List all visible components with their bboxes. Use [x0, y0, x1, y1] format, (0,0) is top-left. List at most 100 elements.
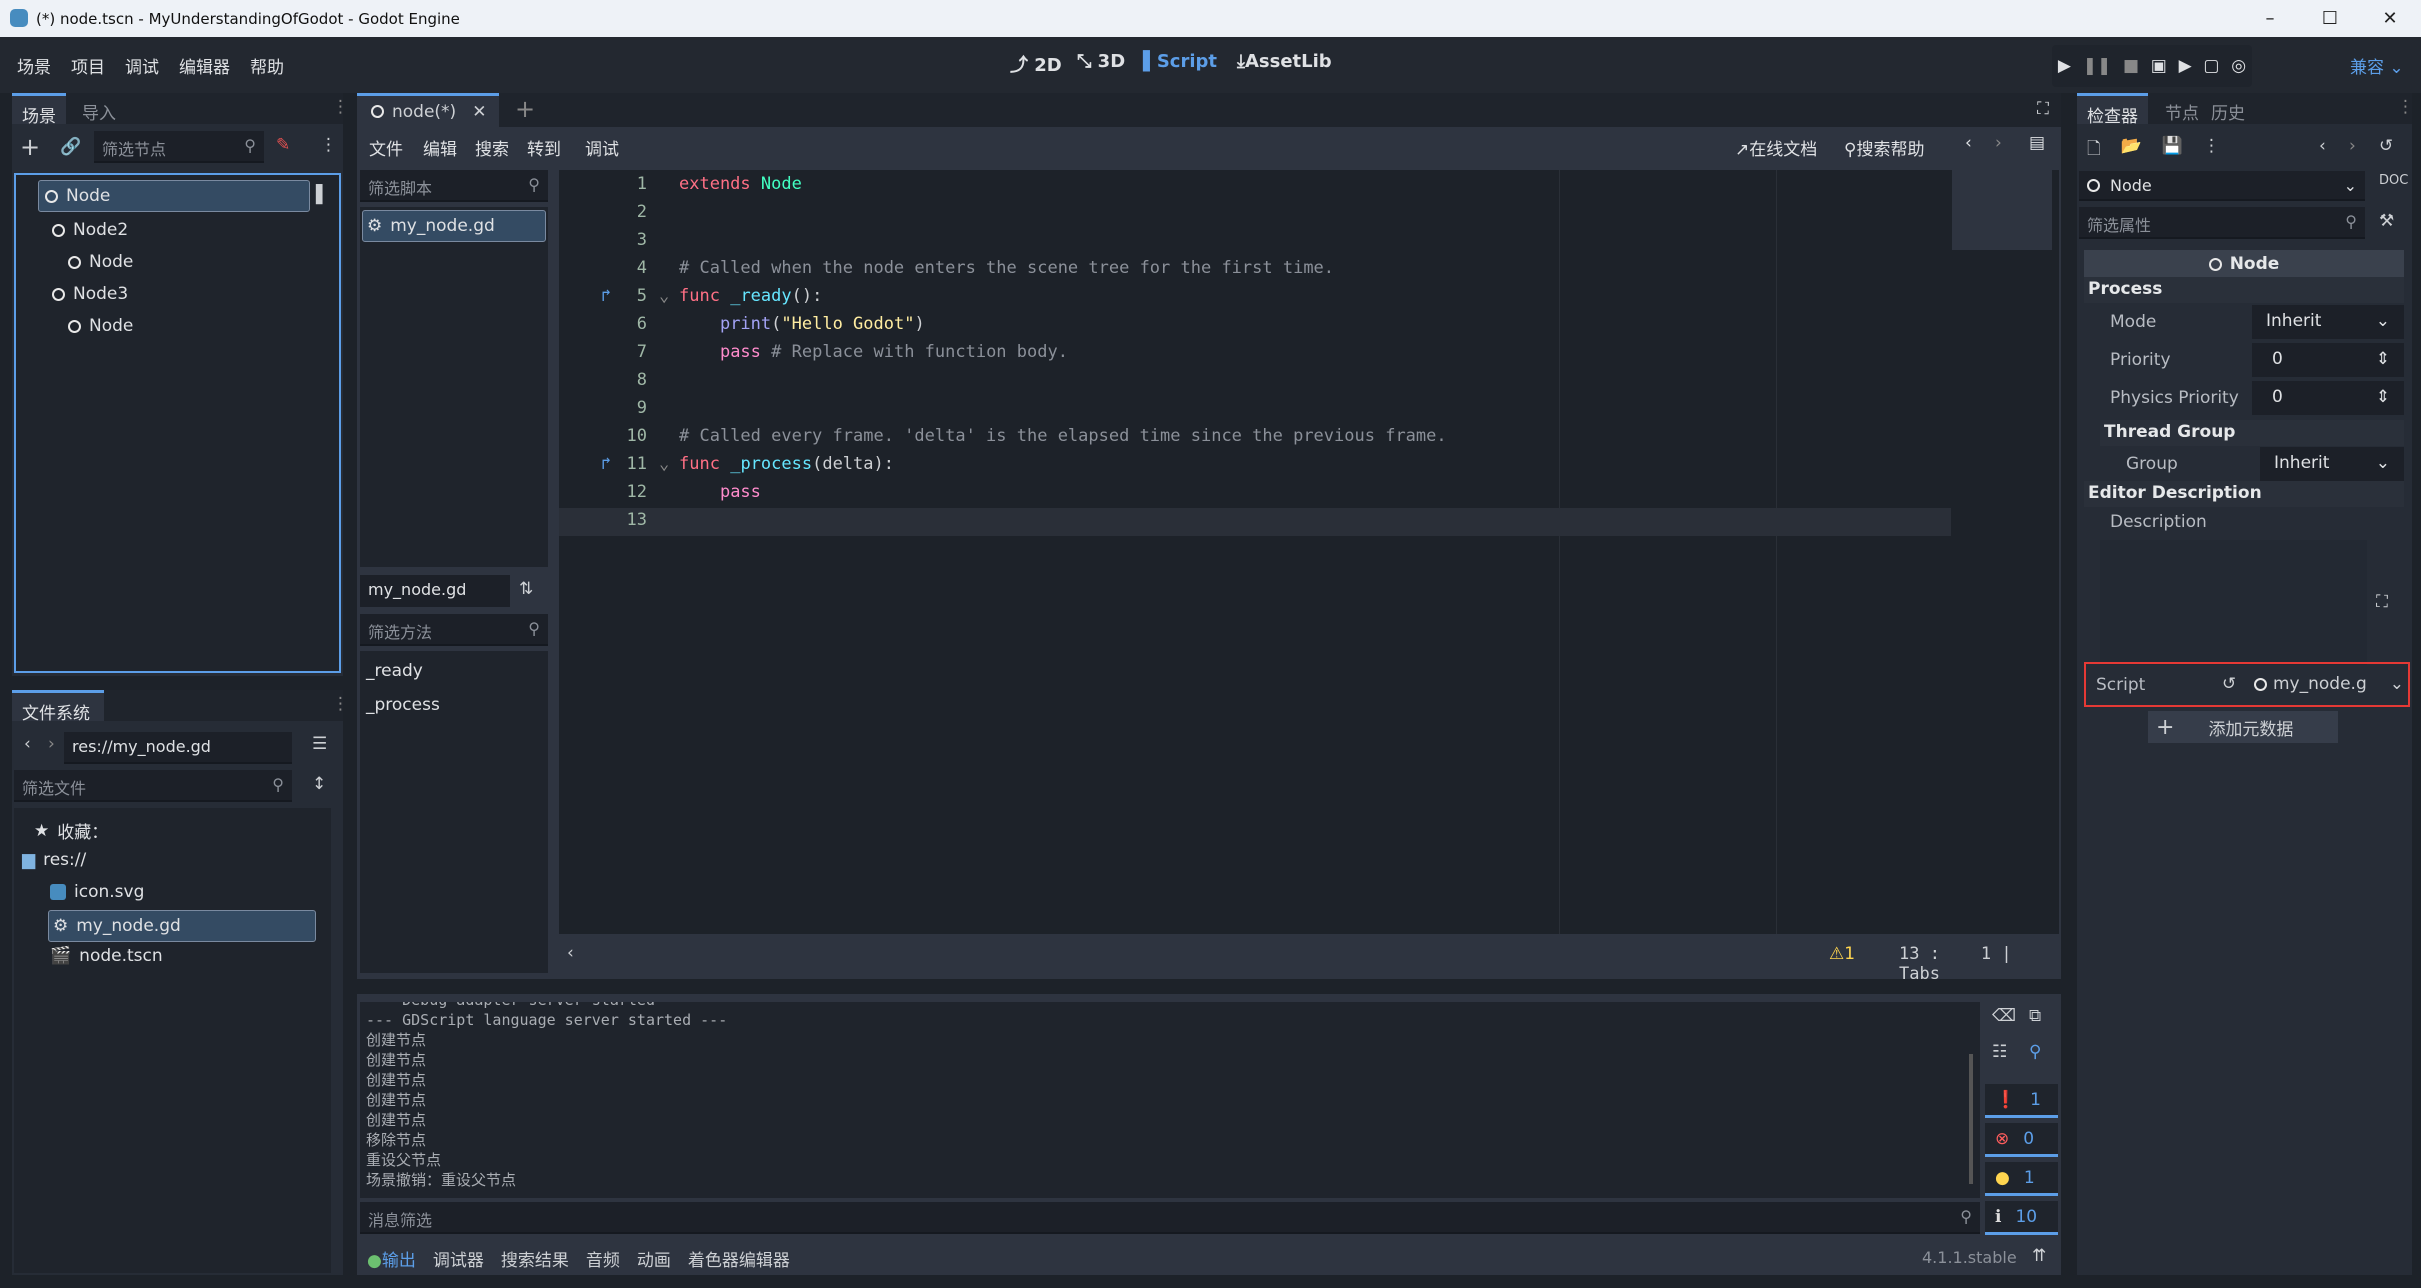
forward-icon[interactable]: › [48, 734, 55, 754]
fold-icon[interactable]: ⌄ [659, 286, 669, 306]
dock-menu-icon[interactable]: ⋮ [332, 97, 349, 117]
play-icon[interactable]: ▶ [2058, 56, 2071, 76]
dock-menu-icon[interactable]: ⋮ [2397, 97, 2414, 117]
close-button[interactable]: ✕ [2360, 0, 2420, 37]
more-options-icon[interactable]: ⋮ [320, 135, 337, 155]
play-scene-icon[interactable]: ▶ [2179, 56, 2192, 76]
object-selector[interactable]: Node ⌄ [2079, 171, 2365, 201]
online-docs-button[interactable]: ↗在线文档 [1735, 135, 1817, 160]
spin-arrows-icon[interactable]: ⇕ [2376, 349, 2390, 369]
pause-icon[interactable]: ❚❚ [2083, 56, 2112, 76]
filter-files-input[interactable]: 筛选文件 ⚲ [14, 770, 292, 802]
file-item[interactable]: icon.svg [50, 882, 144, 902]
property-tools-icon[interactable]: ⚒ [2379, 211, 2394, 231]
tab-animation[interactable]: 动画 [637, 1246, 671, 1271]
tab-node-scene[interactable]: node(*) ✕ [357, 93, 499, 127]
next-script-icon[interactable]: › [1995, 133, 2002, 153]
workspace-script[interactable]: ▌Script [1143, 51, 1217, 72]
file-item-selected[interactable]: ⚙ my_node.gd [48, 910, 316, 942]
tree-node-root[interactable]: Node [38, 180, 310, 212]
tab-history[interactable]: 历史 [2201, 93, 2255, 124]
toggle-split-icon[interactable]: ☰ [312, 734, 327, 754]
file-item[interactable]: 🎬 node.tscn [50, 946, 163, 966]
expand-panel-icon[interactable]: ⇈ [2032, 1246, 2046, 1266]
close-tab-icon[interactable]: ✕ [472, 102, 486, 122]
section-editor-description[interactable]: Editor Description [2084, 481, 2404, 507]
save-resource-icon[interactable]: 💾 [2162, 136, 2183, 165]
mode-select[interactable]: Inherit ⌄ [2252, 305, 2404, 339]
menu-goto[interactable]: 转到 [527, 135, 561, 160]
override-method-icon[interactable]: ↱ [601, 286, 611, 306]
workspace-3d[interactable]: ⤡ 3D [1077, 51, 1125, 72]
path-input[interactable]: res://my_node.gd [64, 732, 292, 764]
filter-errors-toggle[interactable]: ⊗ 0 [1985, 1123, 2058, 1157]
indent-mode[interactable]: Tabs [1899, 964, 1940, 984]
filter-nodes-input[interactable]: 筛选节点 ⚲ [94, 131, 264, 163]
priority-spinbox[interactable]: 0 ⇕ [2252, 343, 2404, 377]
filter-info-toggle[interactable]: ℹ 10 [1985, 1201, 2058, 1235]
code-editor[interactable]: 1 extends Node 2 3 4 # Called when the node e… [559, 170, 2059, 934]
method-item[interactable]: _process [366, 695, 440, 715]
search-help-button[interactable]: ⚲搜索帮助 [1844, 135, 1924, 160]
script-list-item[interactable]: ⚙ my_node.gd [362, 210, 546, 242]
menu-debug[interactable]: 调试 [125, 53, 159, 78]
filter-methods-input[interactable]: 筛选方法 ⚲ [360, 614, 548, 646]
open-docs-icon[interactable]: DOC [2379, 173, 2408, 188]
script-attached-icon[interactable]: ▌ [316, 185, 329, 205]
tab-audio[interactable]: 音频 [586, 1246, 620, 1271]
add-tab-icon[interactable]: + [515, 95, 535, 123]
minimize-button[interactable]: – [2240, 0, 2300, 37]
stop-icon[interactable]: ■ [2123, 56, 2139, 76]
menu-editor[interactable]: 编辑器 [179, 53, 230, 78]
tab-debugger[interactable]: 调试器 [433, 1246, 484, 1271]
copy-output-icon[interactable]: ⧉ [2029, 1006, 2041, 1026]
override-method-icon[interactable]: ↱ [601, 454, 611, 474]
tab-search-results[interactable]: 搜索结果 [501, 1246, 569, 1271]
expand-icon[interactable]: ⛶ [2376, 592, 2388, 612]
tab-output[interactable]: ●输出 [367, 1246, 416, 1271]
menu-edit[interactable]: 编辑 [423, 135, 457, 160]
renderer-select[interactable]: 兼容 ⌄ [2350, 53, 2404, 78]
description-textarea[interactable] [2100, 540, 2367, 665]
workspace-2d[interactable]: ⤴ 2D [1010, 51, 1062, 77]
message-filter-input[interactable]: 消息筛选 ⚲ [360, 1202, 1980, 1234]
fullscreen-icon[interactable]: ⛶ [2037, 99, 2049, 119]
filter-scripts-input[interactable]: 筛选脚本 ⚲ [360, 170, 548, 202]
favorites-item[interactable]: ★ 收藏： [34, 818, 108, 844]
tab-import[interactable]: 导入 [72, 93, 126, 124]
version-label[interactable]: 4.1.1.stable [1922, 1248, 2017, 1267]
script-resource-picker[interactable]: my_node.g ⌄ [2254, 674, 2404, 694]
tab-inspector[interactable]: 检查器 [2077, 93, 2148, 127]
open-resource-icon[interactable]: 📂 [2121, 136, 2142, 165]
movie-maker-icon[interactable]: ◎ [2231, 56, 2246, 76]
workspace-assetlib[interactable]: ⤓AssetLib [1237, 51, 1332, 72]
warnings-indicator[interactable]: ⚠1 [1829, 944, 1855, 964]
history-back-icon[interactable]: ‹ [2319, 136, 2326, 156]
tab-scene[interactable]: 场景 [12, 93, 66, 127]
new-resource-icon[interactable]: 🗋 [2087, 136, 2101, 165]
class-header[interactable]: Node [2084, 250, 2404, 278]
section-thread-group[interactable]: Thread Group [2100, 420, 2404, 446]
filter-messages-toggle[interactable]: ❗ 1 [1985, 1084, 2058, 1118]
folder-res[interactable]: ▆ res:// [22, 850, 86, 870]
group-select[interactable]: Inherit ⌄ [2260, 447, 2404, 481]
menu-debug-script[interactable]: 调试 [585, 135, 619, 160]
prev-script-icon[interactable]: ‹ [1965, 133, 1972, 153]
clear-output-icon[interactable]: ⌫ [1992, 1006, 2016, 1026]
play-custom-icon[interactable]: ▢ [2203, 56, 2219, 76]
tab-shader-editor[interactable]: 着色器编辑器 [688, 1246, 790, 1271]
instance-link-icon[interactable]: 🔗 [60, 137, 81, 157]
tree-node-child[interactable]: Node [68, 252, 133, 272]
tree-node-node2[interactable]: Node2 [52, 220, 128, 240]
sort-icon[interactable]: ↕ [312, 774, 326, 794]
physics-priority-spinbox[interactable]: 0 ⇕ [2252, 381, 2404, 415]
menu-project[interactable]: 项目 [71, 53, 105, 78]
add-node-icon[interactable]: + [20, 133, 40, 161]
history-forward-icon[interactable]: › [2349, 136, 2356, 156]
method-item[interactable]: _ready [366, 661, 423, 681]
menu-file[interactable]: 文件 [369, 135, 403, 160]
menu-search[interactable]: 搜索 [475, 135, 509, 160]
minimap[interactable] [1952, 170, 2052, 250]
object-history-icon[interactable]: ↺ [2379, 136, 2393, 156]
tree-node-node3[interactable]: Node3 [52, 284, 128, 304]
